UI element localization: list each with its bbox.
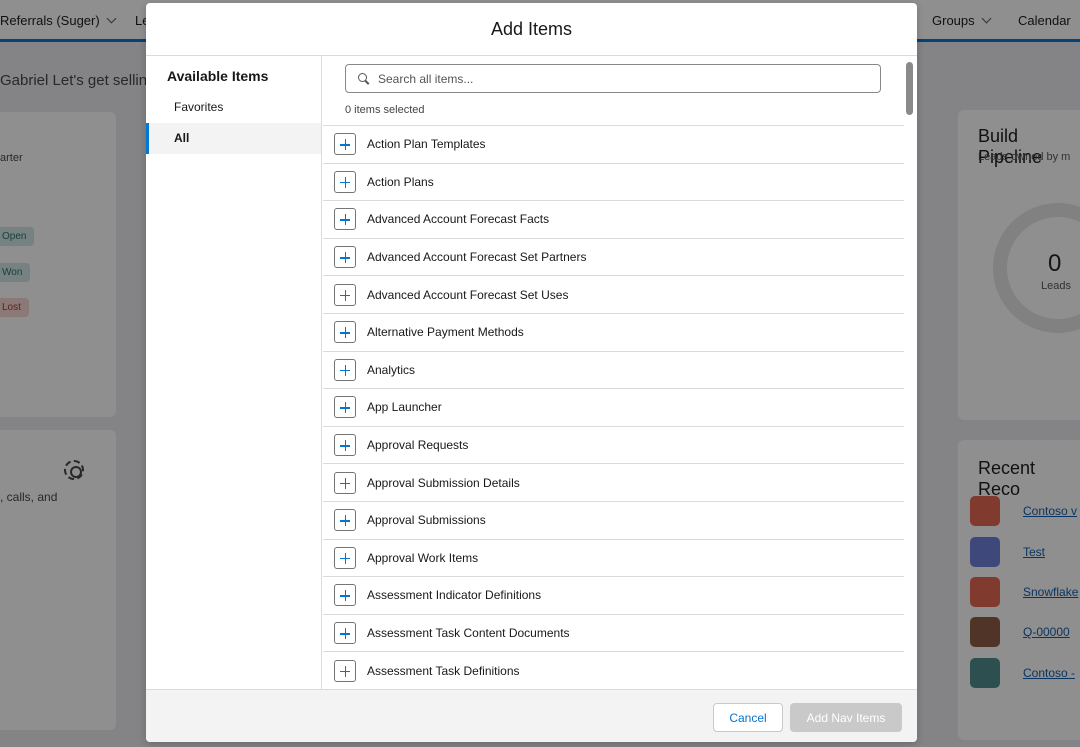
items-panel: 0 items selected Action Plan TemplatesAc… [323,56,917,689]
search-box[interactable] [345,64,881,93]
list-item-label: Assessment Indicator Definitions [367,588,542,603]
list-item-label: Approval Submission Details [367,475,520,490]
list-item[interactable]: Approval Work Items [323,538,904,577]
list-item-label: Action Plans [367,174,434,189]
list-item-label: Advanced Account Forecast Facts [367,212,550,227]
list-item[interactable]: Analytics [323,350,904,389]
add-icon[interactable] [334,170,356,193]
list-item[interactable]: App Launcher [323,388,904,426]
add-icon[interactable] [334,358,356,381]
cancel-button[interactable]: Cancel [713,703,783,732]
add-icon[interactable] [334,659,356,682]
add-icon[interactable] [334,584,356,607]
modal-header: Add Items [146,3,917,56]
sidebar-title: Available Items [167,68,269,84]
add-icon[interactable] [334,434,356,457]
list-item-label: Advanced Account Forecast Set Partners [367,250,587,265]
add-icon[interactable] [334,283,356,306]
list-item[interactable]: Alternative Payment Methods [323,312,904,351]
list-item-label: App Launcher [367,400,442,415]
sidebar-item-label: Favorites [174,100,224,114]
list-item-label: Approval Submissions [367,513,486,528]
list-item-label: Assessment Task Definitions [367,663,520,678]
add-icon[interactable] [334,133,356,156]
scrollbar-thumb[interactable] [906,62,913,115]
add-icon[interactable] [334,246,356,269]
list-item-label: Approval Work Items [367,550,479,565]
items-list: Action Plan Templates Action Plans Advance… [323,125,904,689]
add-icon[interactable] [334,321,356,344]
add-items-modal: Add Items Available Items Favorites All … [146,3,917,742]
add-icon[interactable] [334,396,356,419]
list-item-label: Action Plan Templates [367,137,486,152]
add-icon[interactable] [334,471,356,494]
list-item-label: Analytics [367,362,416,377]
add-nav-items-button[interactable]: Add Nav Items [790,703,902,732]
sidebar-item-all[interactable]: All [146,123,321,154]
list-item[interactable]: Approval Submission Details [323,463,904,501]
available-items-sidebar: Available Items Favorites All [146,56,322,689]
search-input[interactable] [378,71,858,86]
list-item[interactable]: Advanced Account Forecast Facts [323,200,904,238]
list-item-label: Approval Requests [367,438,469,453]
list-item-label: Alternative Payment Methods [367,325,524,340]
list-item[interactable]: Action Plans [323,162,904,201]
add-icon[interactable] [334,622,356,645]
list-item-label: Assessment Task Content Documents [367,626,570,641]
selected-count: 0 items selected [345,104,425,116]
scrollbar[interactable] [904,56,917,689]
add-icon[interactable] [334,208,356,231]
list-item[interactable]: Advanced Account Forecast Set Uses [323,275,904,313]
search-icon [358,73,369,84]
list-item[interactable]: Approval Requests [323,425,904,464]
list-item[interactable]: Approval Submissions [323,500,904,539]
list-item-label: Advanced Account Forecast Set Uses [367,287,569,302]
list-item[interactable]: Assessment Task Definitions [323,651,904,689]
sidebar-item-label: All [174,131,190,145]
modal-footer: Cancel Add Nav Items [146,689,917,742]
sidebar-item-favorites[interactable]: Favorites [146,92,321,123]
list-item[interactable]: Assessment Task Content Documents [323,613,904,652]
list-item[interactable]: Assessment Indicator Definitions [323,576,904,614]
add-icon[interactable] [334,509,356,532]
list-item[interactable]: Action Plan Templates [323,125,904,163]
modal-title: Add Items [490,18,573,39]
modal-body: Available Items Favorites All 0 items se… [146,56,917,689]
add-icon[interactable] [334,546,356,569]
list-item[interactable]: Advanced Account Forecast Set Partners [323,237,904,276]
